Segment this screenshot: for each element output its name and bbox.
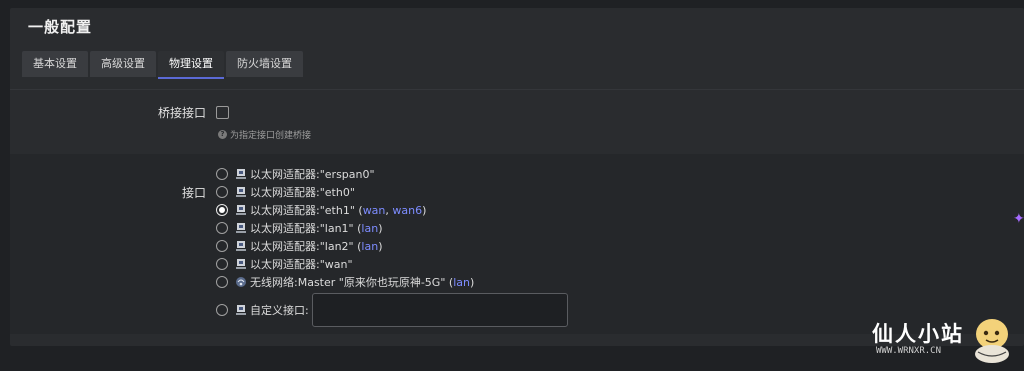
radio-custom[interactable] [216, 304, 228, 316]
interface-label: 接口 [181, 186, 206, 200]
bridge-hint: ? 为指定接口创建桥接 [218, 128, 311, 141]
ethernet-icon [236, 205, 246, 215]
option-prefix: 以太网适配器: [250, 258, 320, 271]
radio-eth1[interactable] [216, 204, 228, 216]
ethernet-icon [236, 187, 246, 197]
help-icon: ? [218, 130, 227, 139]
tab-bar: 基本设置 高级设置 物理设置 防火墙设置 [22, 49, 303, 81]
option-prefix: 以太网适配器: [250, 168, 320, 181]
interface-option-lan1[interactable]: 以太网适配器: "lan1" (lan) [216, 219, 382, 237]
interface-option-wireless[interactable]: 无线网络: Master "原来你也玩原神-5G" (lan) [216, 273, 474, 291]
ethernet-icon [236, 169, 246, 179]
sparkle-icon: ✦ [1013, 211, 1024, 227]
bridge-label: 桥接接口 [157, 106, 206, 120]
radio-eth0[interactable] [216, 186, 228, 198]
option-tags: (lan) [445, 275, 475, 289]
option-tags: (lan) [353, 221, 383, 235]
interface-option-erspan0[interactable]: 以太网适配器: "erspan0" [216, 165, 375, 183]
wifi-icon [236, 277, 246, 287]
option-prefix: 无线网络: [250, 276, 298, 289]
custom-interface-label: 自定义接口: [250, 304, 309, 317]
watermark-url: WWW.WRNXR.CN [876, 346, 942, 356]
tag-link[interactable]: lan [361, 222, 378, 235]
custom-interface-input[interactable] [312, 293, 568, 327]
interface-option-eth0[interactable]: 以太网适配器: "eth0" [216, 183, 355, 201]
bridge-hint-text: 为指定接口创建桥接 [230, 131, 312, 141]
tag-link[interactable]: wan [363, 204, 386, 217]
ethernet-icon [236, 259, 246, 269]
interface-option-lan2[interactable]: 以太网适配器: "lan2" (lan) [216, 237, 382, 255]
ethernet-icon [236, 305, 246, 315]
interface-option-wan[interactable]: 以太网适配器: "wan" [216, 255, 353, 273]
option-name: "eth0" [319, 185, 355, 199]
option-tags: (wan, wan6) [354, 203, 427, 217]
option-prefix: 以太网适配器: [250, 204, 320, 217]
ethernet-icon [236, 241, 246, 251]
ethernet-icon [236, 223, 246, 233]
option-name: "lan2" [319, 239, 354, 253]
option-name: Master "原来你也玩原神-5G" [297, 276, 446, 289]
option-prefix: 以太网适配器: [250, 240, 320, 253]
radio-wan[interactable] [216, 258, 228, 270]
bridge-section: 桥接接口 ? 为指定接口创建桥接 [10, 89, 1024, 154]
option-name: "wan" [319, 257, 353, 271]
tag-link[interactable]: lan [361, 240, 378, 253]
radio-lan1[interactable] [216, 222, 228, 234]
watermark-title: 仙人小站 [872, 322, 964, 346]
general-config-panel: 一般配置 基本设置 高级设置 物理设置 防火墙设置 桥接接口 ? 为指定接口创建… [10, 8, 1024, 346]
radio-lan2[interactable] [216, 240, 228, 252]
radio-erspan0[interactable] [216, 168, 228, 180]
tab-firewall-settings[interactable]: 防火墙设置 [226, 51, 303, 77]
radio-wireless[interactable] [216, 276, 228, 288]
tag-link[interactable]: lan [453, 276, 470, 289]
option-name: "lan1" [319, 221, 354, 235]
option-prefix: 以太网适配器: [250, 186, 320, 199]
mascot-logo [975, 319, 1009, 363]
interface-option-eth1[interactable]: 以太网适配器: "eth1" (wan, wan6) [216, 201, 426, 219]
tab-advanced-settings[interactable]: 高级设置 [90, 51, 156, 77]
option-prefix: 以太网适配器: [250, 222, 320, 235]
option-name: "eth1" [319, 203, 355, 217]
bridge-checkbox[interactable] [216, 106, 229, 119]
option-tags: (lan) [353, 239, 383, 253]
tab-basic-settings[interactable]: 基本设置 [22, 51, 88, 77]
interface-option-custom[interactable]: 自定义接口: [216, 301, 309, 319]
tab-physical-settings[interactable]: 物理设置 [158, 51, 224, 79]
tag-link[interactable]: wan6 [392, 204, 422, 217]
option-name: "erspan0" [319, 167, 375, 181]
panel-title: 一般配置 [28, 18, 93, 36]
